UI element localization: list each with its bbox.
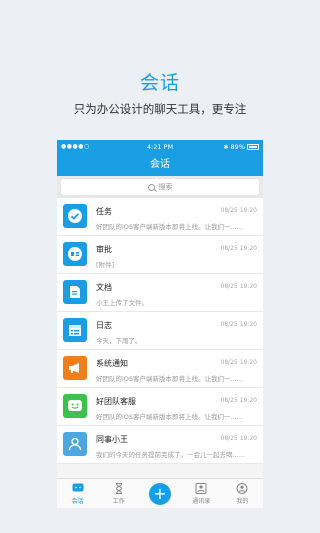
tab-label: 通讯录: [192, 497, 211, 505]
conversation-title: 同事小王: [96, 435, 128, 444]
conversation-time: 08/25 19:20: [220, 283, 258, 290]
approval-icon: [63, 242, 87, 266]
tab-plus[interactable]: +: [139, 479, 180, 508]
conversation-title: 系统通知: [96, 359, 128, 368]
conversation-title: 审批: [96, 245, 112, 254]
search-bar: 搜索: [57, 176, 263, 198]
conversation-time: 08/25 19:20: [220, 397, 258, 404]
tab-label: 工作: [112, 497, 125, 505]
check-circle-icon: [63, 204, 87, 228]
conversation-row[interactable]: 日志 08/25 19:20 今天，下雨了。: [57, 312, 263, 350]
tab-bar: 会话 工作 + 通讯录 我的: [57, 478, 263, 508]
conversation-preview: 小王上传了文件。: [96, 299, 148, 307]
tab-contacts[interactable]: 通讯录: [181, 479, 222, 508]
phone-screen: ●●●●○ 4:21 PM ✱ 89% 会话 搜索 任务 08/25 19:20 好…: [57, 140, 263, 508]
conversation-title: 任务: [96, 207, 112, 216]
tab-chat[interactable]: 会话: [57, 479, 98, 508]
battery-icon: [247, 144, 259, 150]
calendar-icon: [63, 318, 87, 342]
contacts-icon: [195, 482, 207, 494]
conversation-preview: 好团队的iOS客户端新版本即将上线。让我们一......: [96, 223, 243, 231]
chat-icon: [72, 483, 84, 494]
conversation-time: 08/25 19:20: [220, 435, 258, 442]
profile-icon: [236, 482, 248, 494]
conversation-list: 任务 08/25 19:20 好团队的iOS客户端新版本即将上线。让我们一.....…: [57, 198, 263, 464]
tab-label: 我的: [236, 497, 249, 505]
tab-label: 会话: [71, 497, 84, 505]
tab-profile[interactable]: 我的: [222, 479, 263, 508]
plus-icon[interactable]: +: [149, 482, 171, 505]
smile-icon: [63, 394, 87, 418]
status-bar: ●●●●○ 4:21 PM ✱ 89%: [57, 140, 263, 154]
conversation-preview: 好团队的iOS客户端新版本即将上线。让我们一......: [96, 413, 243, 421]
search-placeholder: 搜索: [158, 183, 173, 191]
hourglass-icon: [113, 482, 125, 494]
conversation-preview: 我们的今天的任务提前完成了。一会儿一起去喝......: [96, 451, 245, 459]
conversation-row[interactable]: 好团队客服 08/25 19:20 好团队的iOS客户端新版本即将上线。让我们一..…: [57, 388, 263, 426]
nav-title: 会话: [57, 154, 263, 176]
megaphone-icon: [63, 356, 87, 380]
promo-subtitle: 只为办公设计的聊天工具，更专注: [73, 102, 247, 116]
conversation-row[interactable]: 同事小王 08/25 19:20 我们的今天的任务提前完成了。一会儿一起去喝....…: [57, 426, 263, 464]
search-input[interactable]: 搜索: [61, 179, 259, 195]
conversation-row[interactable]: 任务 08/25 19:20 好团队的iOS客户端新版本即将上线。让我们一.....…: [57, 198, 263, 236]
search-icon: [147, 183, 155, 191]
conversation-title: 好团队客服: [96, 397, 136, 406]
conversation-preview: [附件]: [96, 261, 115, 269]
conversation-title: 文档: [96, 283, 112, 292]
conversation-row[interactable]: 文档 08/25 19:20 小王上传了文件。: [57, 274, 263, 312]
conversation-preview: 好团队的iOS客户端新版本即将上线。让我们一......: [96, 375, 243, 383]
person-icon: [63, 432, 87, 456]
conversation-time: 08/25 19:20: [220, 245, 258, 252]
tab-hourglass[interactable]: 工作: [98, 479, 139, 508]
promo-title: 会话: [139, 72, 180, 94]
conversation-time: 08/25 19:20: [220, 321, 258, 328]
conversation-time: 08/25 19:20: [220, 359, 258, 366]
battery-percent: 89%: [230, 143, 245, 151]
conversation-time: 08/25 19:20: [220, 207, 258, 214]
conversation-preview: 今天，下雨了。: [96, 337, 142, 345]
bluetooth-icon: ✱: [223, 143, 229, 151]
conversation-row[interactable]: 系统通知 08/25 19:20 好团队的iOS客户端新版本即将上线。让我们一...…: [57, 350, 263, 388]
document-icon: [63, 280, 87, 304]
conversation-row[interactable]: 审批 08/25 19:20 [附件]: [57, 236, 263, 274]
conversation-title: 日志: [96, 321, 112, 330]
